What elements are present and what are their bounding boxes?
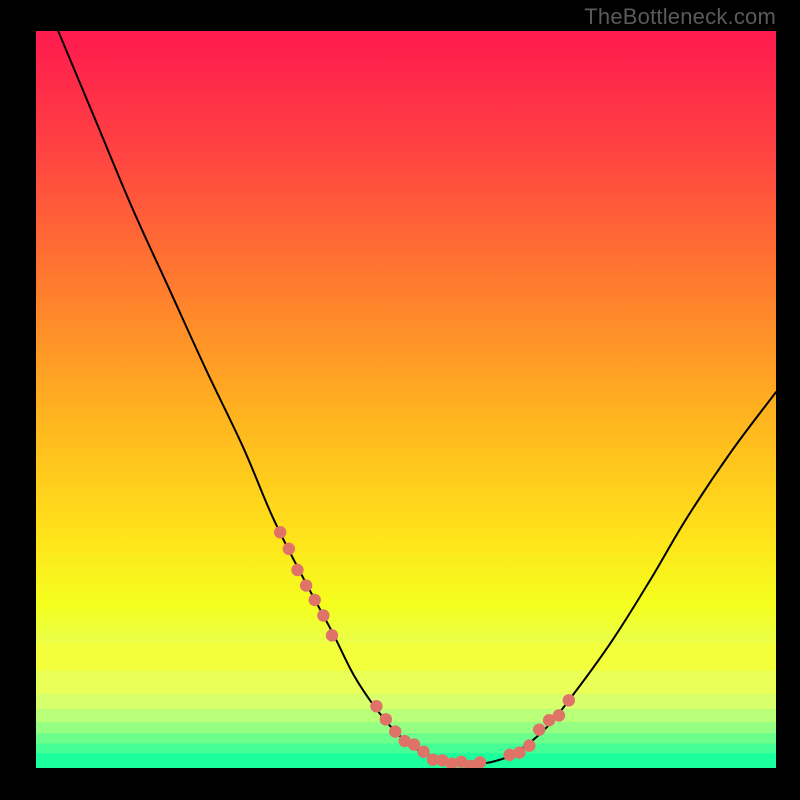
curve-dot: [389, 725, 401, 737]
curve-dot: [309, 594, 321, 606]
curve-dot: [283, 543, 295, 555]
plot-background: [36, 31, 776, 768]
curve-dot: [317, 609, 329, 621]
curve-dot: [300, 579, 312, 591]
curve-dot: [523, 739, 535, 751]
curve-dot: [274, 526, 286, 538]
chart-plot: [36, 31, 776, 768]
curve-dot: [417, 746, 429, 758]
curve-dot: [370, 700, 382, 712]
curve-dot: [326, 629, 338, 641]
curve-dot: [563, 694, 575, 706]
curve-dot: [474, 756, 486, 768]
curve-dot: [553, 709, 565, 721]
curve-dot: [291, 564, 303, 576]
curve-dot: [380, 713, 392, 725]
watermark-text: TheBottleneck.com: [584, 4, 776, 30]
curve-dot: [533, 723, 545, 735]
